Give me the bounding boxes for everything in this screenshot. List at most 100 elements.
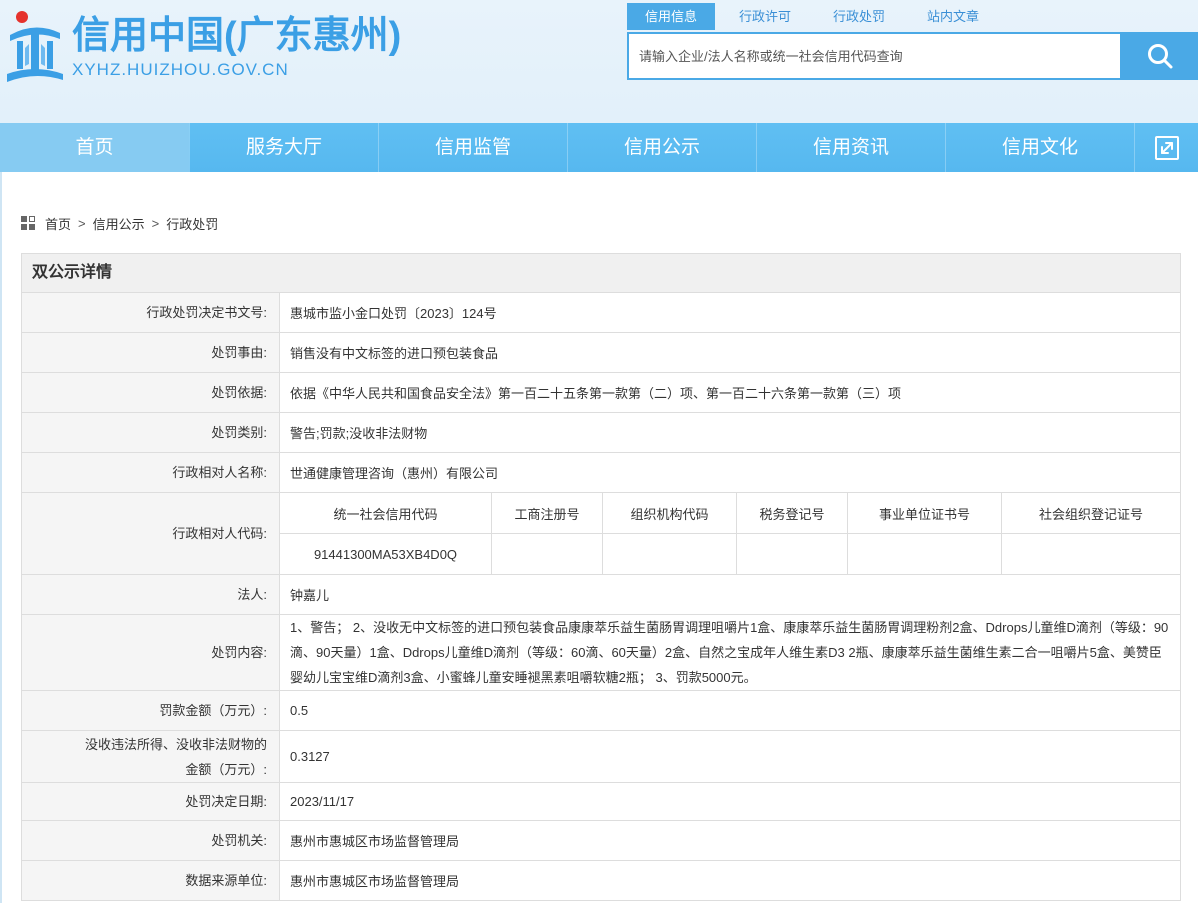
code-header-org-code: 组织机构代码	[603, 493, 737, 534]
panel-title: 双公示详情	[22, 253, 1180, 293]
code-header-institution-cert: 事业单位证书号	[848, 493, 1002, 534]
label-text: 数据来源单位:	[185, 873, 267, 888]
main-nav: 首页 服务大厅 信用监管 信用公示 信用资讯 信用文化	[0, 123, 1198, 172]
breadcrumb-admin-penalty: 行政处罚	[166, 216, 219, 232]
nav-item-credit-supervision[interactable]: 信用监管	[378, 123, 567, 172]
site-header: 信用中国(广东惠州) XYHZ.HUIZHOU.GOV.CN 信用信息 行政许可…	[0, 0, 1198, 123]
fullscreen-button[interactable]	[1134, 123, 1198, 172]
value-text: 惠州市惠城区市场监督管理局	[290, 834, 460, 849]
label-party-name: 行政相对人名称:	[22, 453, 280, 492]
search-button[interactable]	[1122, 32, 1198, 80]
breadcrumb-separator: >	[78, 215, 86, 231]
label-party-code: 行政相对人代码:	[22, 493, 280, 574]
nav-item-home[interactable]: 首页	[0, 123, 189, 172]
value-category: 警告;罚款;没收非法财物	[280, 413, 1180, 452]
value-fine-amount: 0.5	[280, 691, 1180, 730]
code-value-social-org	[1002, 534, 1180, 574]
code-value-org-code	[603, 534, 737, 574]
row-category: 处罚类别: 警告;罚款;没收非法财物	[22, 413, 1180, 453]
label-confiscation-amount: 没收违法所得、没收非法财物的金额（万元）:	[22, 731, 280, 782]
row-legal-person: 法人: 钟嘉儿	[22, 575, 1180, 615]
tab-admin-penalty[interactable]: 行政处罚	[815, 3, 903, 30]
site-title: 信用中国(广东惠州)	[72, 15, 402, 57]
value-data-source: 惠州市惠城区市场监督管理局	[280, 861, 1180, 900]
value-text: 惠城市监小金口处罚〔2023〕124号	[290, 306, 497, 321]
value-legal-person: 钟嘉儿	[280, 575, 1180, 614]
label-text: 处罚依据:	[211, 385, 267, 400]
label-category: 处罚类别:	[22, 413, 280, 452]
value-text: 销售没有中文标签的进口预包装食品	[290, 346, 499, 361]
row-basis: 处罚依据: 依据《中华人民共和国食品安全法》第一百二十五条第一款第（二）项、第一…	[22, 373, 1180, 413]
value-text: 依据《中华人民共和国食品安全法》第一百二十五条第一款第（二）项、第一百二十六条第…	[290, 386, 902, 401]
value-authority: 惠州市惠城区市场监督管理局	[280, 821, 1180, 860]
value-text: 2023/11/17	[290, 794, 355, 809]
value-text: 惠州市惠城区市场监督管理局	[290, 874, 460, 889]
code-header-business-reg: 工商注册号	[492, 493, 603, 534]
label-basis: 处罚依据:	[22, 373, 280, 412]
label-text: 行政相对人代码:	[172, 526, 267, 541]
row-party-code: 行政相对人代码: 统一社会信用代码 工商注册号 组织机构代码 税务登记号 事业单…	[22, 493, 1180, 575]
breadcrumb-separator: >	[151, 215, 160, 231]
label-fine-amount: 罚款金额（万元）:	[22, 691, 280, 730]
party-code-table: 统一社会信用代码 工商注册号 组织机构代码 税务登记号 事业单位证书号 社会组织…	[280, 493, 1180, 574]
nav-item-credit-news[interactable]: 信用资讯	[756, 123, 945, 172]
value-basis: 依据《中华人民共和国食品安全法》第一百二十五条第一款第（二）项、第一百二十六条第…	[280, 373, 1180, 412]
search-input[interactable]	[627, 32, 1122, 80]
label-text: 处罚机关:	[211, 833, 267, 848]
code-header-tax-reg: 税务登记号	[737, 493, 848, 534]
value-penalty-content: 1、警告； 2、没收无中文标签的进口预包装食品康康萃乐益生菌肠胃调理咀嚼片1盒、…	[280, 615, 1180, 690]
row-fine-amount: 罚款金额（万元）: 0.5	[22, 691, 1180, 731]
label-decision-number: 行政处罚决定书文号:	[22, 293, 280, 332]
tab-credit-info[interactable]: 信用信息	[627, 3, 715, 30]
code-value-business-reg	[492, 534, 603, 574]
breadcrumb: 首页 > 信用公示 > 行政处罚	[21, 213, 218, 233]
value-decision-date: 2023/11/17	[280, 783, 1180, 820]
detail-panel: 双公示详情 行政处罚决定书文号: 惠城市监小金口处罚〔2023〕124号 处罚事…	[21, 253, 1181, 901]
row-reason: 处罚事由: 销售没有中文标签的进口预包装食品	[22, 333, 1180, 373]
site-domain: XYHZ.HUIZHOU.GOV.CN	[72, 60, 289, 79]
code-value-tax-reg	[737, 534, 848, 574]
row-authority: 处罚机关: 惠州市惠城区市场监督管理局	[22, 821, 1180, 861]
tab-admin-license[interactable]: 行政许可	[721, 3, 809, 30]
value-text: 0.5	[290, 703, 309, 718]
label-text: 处罚决定日期:	[185, 794, 267, 809]
row-data-source: 数据来源单位: 惠州市惠城区市场监督管理局	[22, 861, 1180, 901]
code-header-social-org: 社会组织登记证号	[1002, 493, 1180, 534]
code-header-credit-code: 统一社会信用代码	[280, 493, 492, 534]
nav-item-service-hall[interactable]: 服务大厅	[189, 123, 378, 172]
code-value-institution-cert	[848, 534, 1002, 574]
row-penalty-content: 处罚内容: 1、警告； 2、没收无中文标签的进口预包装食品康康萃乐益生菌肠胃调理…	[22, 615, 1180, 691]
city-emblem-icon	[7, 11, 63, 82]
label-text: 处罚内容:	[211, 645, 267, 660]
value-confiscation-amount: 0.3127	[280, 731, 1180, 782]
label-text: 罚款金额（万元）:	[159, 703, 267, 718]
value-text: 1、警告； 2、没收无中文标签的进口预包装食品康康萃乐益生菌肠胃调理咀嚼片1盒、…	[290, 620, 1169, 685]
value-reason: 销售没有中文标签的进口预包装食品	[280, 333, 1180, 372]
breadcrumb-home[interactable]: 首页	[45, 214, 71, 233]
value-text: 世通健康管理咨询（惠州）有限公司	[290, 466, 499, 481]
label-text: 处罚事由:	[211, 345, 267, 360]
page-left-edge	[0, 172, 2, 903]
row-confiscation-amount: 没收违法所得、没收非法财物的金额（万元）: 0.3127	[22, 731, 1180, 783]
code-value-credit-code: 91441300MA53XB4D0Q	[280, 534, 492, 574]
nav-item-credit-publicity[interactable]: 信用公示	[567, 123, 756, 172]
value-decision-number: 惠城市监小金口处罚〔2023〕124号	[280, 293, 1180, 332]
row-party-name: 行政相对人名称: 世通健康管理咨询（惠州）有限公司	[22, 453, 1180, 493]
row-decision-date: 处罚决定日期: 2023/11/17	[22, 783, 1180, 821]
tab-site-articles[interactable]: 站内文章	[909, 3, 997, 30]
fullscreen-icon	[1154, 135, 1179, 160]
row-decision-number: 行政处罚决定书文号: 惠城市监小金口处罚〔2023〕124号	[22, 293, 1180, 333]
search-icon	[1148, 44, 1173, 69]
value-party-name: 世通健康管理咨询（惠州）有限公司	[280, 453, 1180, 492]
value-party-code: 统一社会信用代码 工商注册号 组织机构代码 税务登记号 事业单位证书号 社会组织…	[280, 493, 1180, 574]
label-authority: 处罚机关:	[22, 821, 280, 860]
label-text: 法人:	[237, 587, 267, 602]
label-data-source: 数据来源单位:	[22, 861, 280, 900]
label-text: 行政相对人名称:	[172, 465, 267, 480]
site-logo[interactable]: 信用中国(广东惠州) XYHZ.HUIZHOU.GOV.CN	[0, 0, 420, 92]
value-text: 钟嘉儿	[290, 588, 330, 603]
label-reason: 处罚事由:	[22, 333, 280, 372]
nav-item-credit-culture[interactable]: 信用文化	[945, 123, 1134, 172]
breadcrumb-credit-publicity[interactable]: 信用公示	[93, 214, 145, 233]
label-text: 行政处罚决定书文号:	[146, 305, 267, 320]
